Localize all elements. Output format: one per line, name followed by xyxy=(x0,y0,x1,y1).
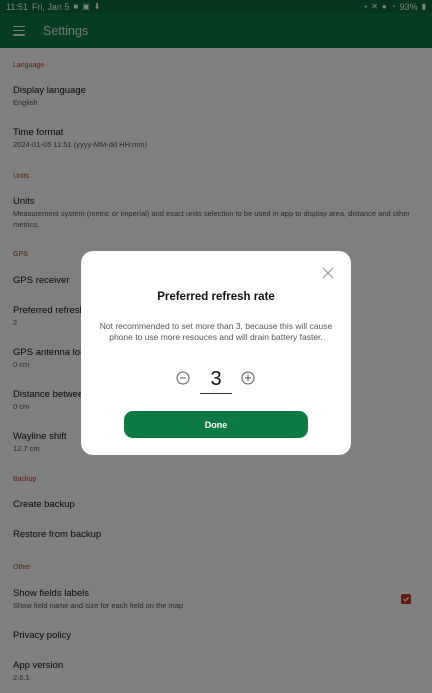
done-button[interactable]: Done xyxy=(124,411,308,438)
dialog-title: Preferred refresh rate xyxy=(157,291,275,303)
refresh-rate-input[interactable]: 3 xyxy=(200,366,232,394)
dialog-message: Not recommended to set more than 3, beca… xyxy=(99,321,333,342)
close-icon[interactable] xyxy=(322,267,334,279)
refresh-rate-dialog: Preferred refresh rate Not recommended t… xyxy=(81,251,351,455)
refresh-rate-stepper: 3 xyxy=(81,366,351,394)
minus-icon[interactable] xyxy=(176,371,190,385)
plus-icon[interactable] xyxy=(241,371,255,385)
